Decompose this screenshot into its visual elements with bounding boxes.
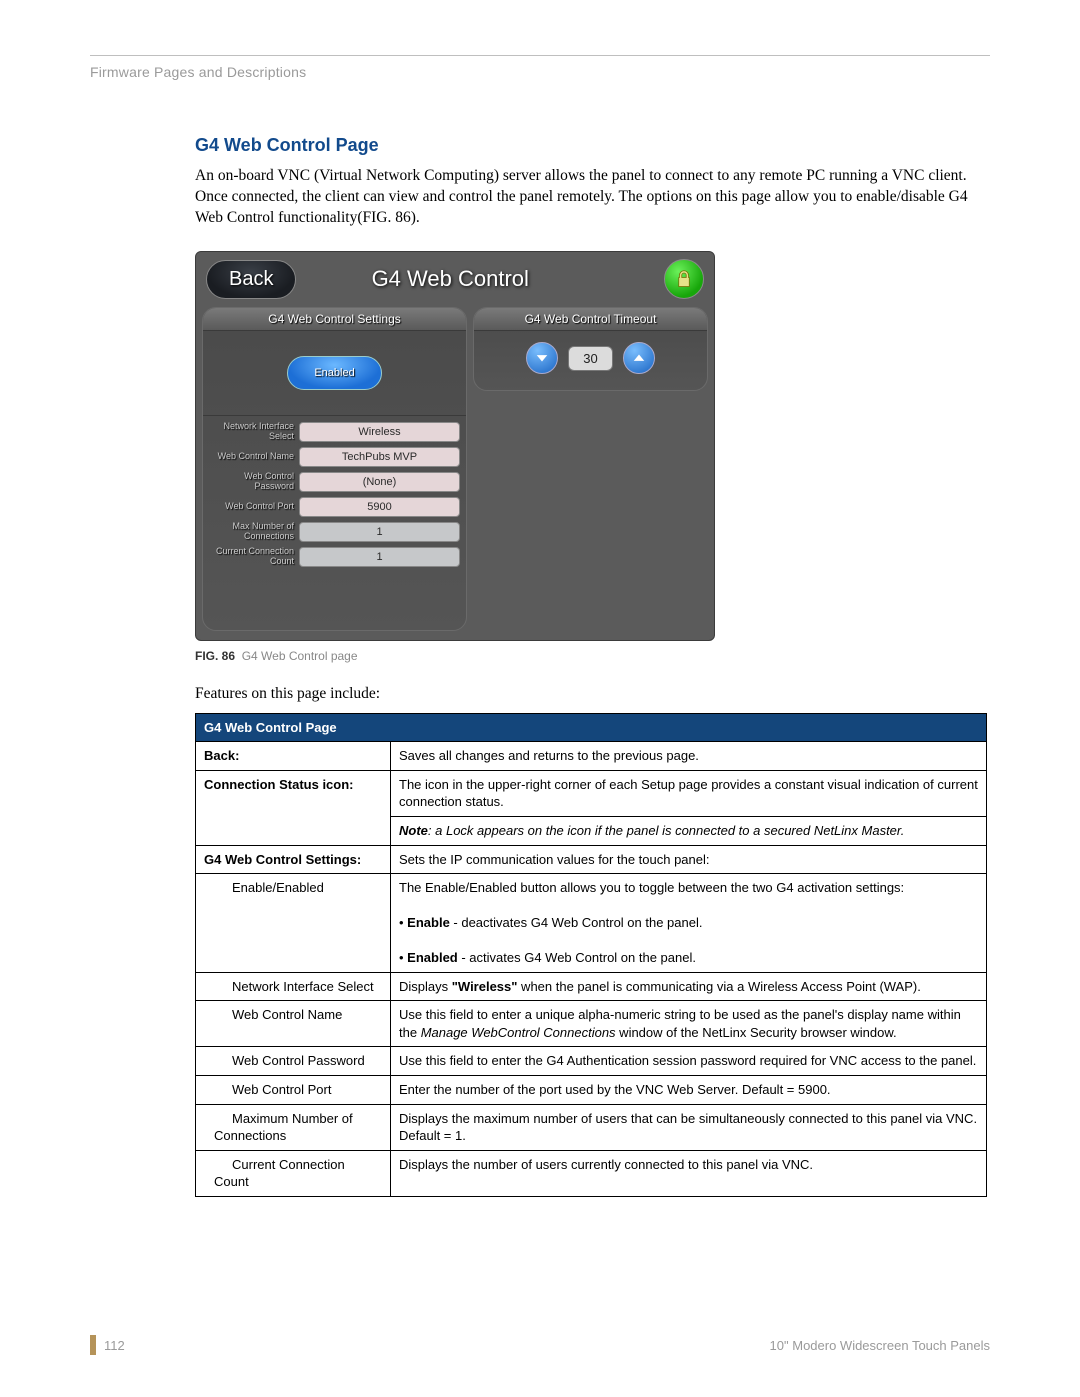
settings-row: Web Control Name TechPubs MVP	[209, 447, 460, 467]
table-row: Network Interface SelectDisplays "Wirele…	[196, 972, 987, 1001]
table-row: Web Control PortEnter the number of the …	[196, 1075, 987, 1104]
table-cell-desc: The Enable/Enabled button allows you to …	[391, 874, 987, 973]
table-cell-label: Back:	[196, 742, 391, 771]
settings-row-field: 1	[299, 522, 460, 542]
settings-subpanel-title: G4 Web Control Settings	[203, 308, 466, 331]
section-title: G4 Web Control Page	[195, 135, 990, 156]
timeout-value: 30	[568, 346, 612, 371]
settings-row-field[interactable]: 5900	[299, 497, 460, 517]
table-row: Web Control NameUse this field to enter …	[196, 1001, 987, 1047]
timeout-subpanel: G4 Web Control Timeout 30	[473, 307, 708, 391]
timeout-subpanel-title: G4 Web Control Timeout	[474, 308, 707, 331]
table-cell-label: G4 Web Control Settings:	[196, 845, 391, 874]
table-cell-desc: Sets the IP communication values for the…	[391, 845, 987, 874]
header-rule	[90, 55, 990, 56]
figure-number: FIG. 86	[195, 649, 235, 663]
settings-row: Web Control Port 5900	[209, 497, 460, 517]
table-row: Enable/EnabledThe Enable/Enabled button …	[196, 874, 987, 973]
chevron-up-icon	[632, 351, 646, 365]
settings-row-label: Web Control Port	[209, 502, 294, 512]
table-cell-note: Note: a Lock appears on the icon if the …	[391, 816, 987, 845]
settings-row: Web Control Password(None)	[209, 472, 460, 492]
features-table: G4 Web Control Page Back:Saves all chang…	[195, 713, 987, 1197]
table-cell-desc: Enter the number of the port used by the…	[391, 1075, 987, 1104]
section-body: An on-board VNC (Virtual Network Computi…	[195, 166, 980, 229]
connection-status-icon	[664, 259, 704, 299]
table-row: Current Connection CountDisplays the num…	[196, 1150, 987, 1196]
settings-row-label: Network Interface Select	[209, 422, 294, 442]
table-cell-label: Web Control Name	[196, 1001, 391, 1047]
table-row: Connection Status icon:The icon in the u…	[196, 770, 987, 816]
table-cell-desc: Displays "Wireless" when the panel is co…	[391, 972, 987, 1001]
table-cell-label: Network Interface Select	[196, 972, 391, 1001]
doc-title: 10" Modero Widescreen Touch Panels	[770, 1338, 990, 1353]
table-cell-desc: The icon in the upper-right corner of ea…	[391, 770, 987, 816]
footer-accent	[90, 1335, 96, 1355]
settings-subpanel: G4 Web Control Settings Enabled Network …	[202, 307, 467, 631]
table-cell-desc: Use this field to enter a unique alpha-n…	[391, 1001, 987, 1047]
timeout-increase-button[interactable]	[623, 342, 655, 374]
lock-icon	[675, 269, 693, 289]
panel-title: G4 Web Control	[236, 266, 664, 292]
table-row: G4 Web Control Settings:Sets the IP comm…	[196, 845, 987, 874]
figure-caption: FIG. 86 G4 Web Control page	[195, 649, 715, 663]
timeout-decrease-button[interactable]	[526, 342, 558, 374]
table-cell-desc: Displays the number of users currently c…	[391, 1150, 987, 1196]
table-cell-desc: Saves all changes and returns to the pre…	[391, 742, 987, 771]
settings-row-label: Web Control Password	[209, 472, 294, 492]
settings-row-label: Max Number of Connections	[209, 522, 294, 542]
table-cell-label: Connection Status icon:	[196, 770, 391, 816]
table-row: Note: a Lock appears on the icon if the …	[196, 816, 987, 845]
table-row: Web Control PasswordUse this field to en…	[196, 1047, 987, 1076]
features-intro: Features on this page include:	[195, 685, 990, 703]
table-row: Back:Saves all changes and returns to th…	[196, 742, 987, 771]
table-cell-desc: Use this field to enter the G4 Authentic…	[391, 1047, 987, 1076]
chevron-down-icon	[535, 351, 549, 365]
table-row: Maximum Number of ConnectionsDisplays th…	[196, 1104, 987, 1150]
settings-row-label: Web Control Name	[209, 452, 294, 462]
table-cell-desc: Displays the maximum number of users tha…	[391, 1104, 987, 1150]
table-cell-label: Maximum Number of Connections	[196, 1104, 391, 1150]
table-cell-label: Enable/Enabled	[196, 874, 391, 973]
settings-row-field[interactable]: Wireless	[299, 422, 460, 442]
settings-row-field[interactable]: TechPubs MVP	[299, 447, 460, 467]
settings-row: Current Connection Count1	[209, 547, 460, 567]
settings-row: Max Number of Connections1	[209, 522, 460, 542]
g4-panel: Back G4 Web Control G4 Web Control Setti…	[195, 251, 715, 641]
table-cell-label	[196, 816, 391, 845]
table-header: G4 Web Control Page	[196, 713, 987, 742]
table-cell-label: Web Control Port	[196, 1075, 391, 1104]
figure-text: G4 Web Control page	[242, 649, 358, 663]
settings-row-field[interactable]: (None)	[299, 472, 460, 492]
settings-row: Network Interface SelectWireless	[209, 422, 460, 442]
screenshot: Back G4 Web Control G4 Web Control Setti…	[195, 251, 715, 663]
settings-row-field: 1	[299, 547, 460, 567]
table-cell-label: Web Control Password	[196, 1047, 391, 1076]
page-number: 112	[104, 1338, 125, 1353]
header-breadcrumb: Firmware Pages and Descriptions	[90, 64, 990, 80]
settings-row-label: Current Connection Count	[209, 547, 294, 567]
page-footer: 112 10" Modero Widescreen Touch Panels	[90, 1329, 990, 1355]
enabled-toggle-button[interactable]: Enabled	[287, 356, 381, 390]
table-cell-label: Current Connection Count	[196, 1150, 391, 1196]
